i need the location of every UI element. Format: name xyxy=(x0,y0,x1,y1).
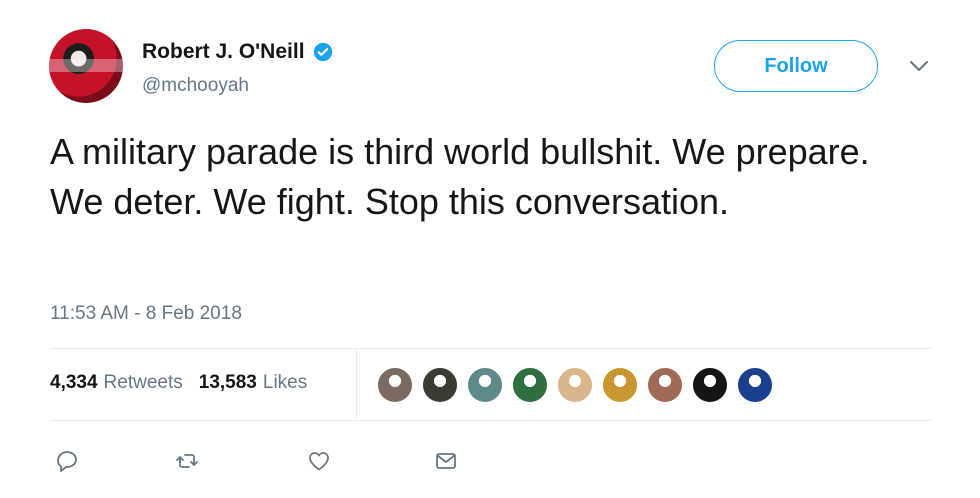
chevron-down-icon[interactable] xyxy=(908,58,930,74)
liker-avatar[interactable] xyxy=(466,366,504,404)
engagement-stats: 4,334 Retweets 13,583 Likes xyxy=(50,372,307,394)
stats-separator xyxy=(356,349,357,419)
liker-avatar[interactable] xyxy=(736,366,774,404)
author-name[interactable]: Robert J. O'Neill xyxy=(142,40,305,64)
verified-badge-icon xyxy=(313,42,332,62)
author-handle[interactable]: @mchooyah xyxy=(142,75,249,97)
retweet-icon xyxy=(176,454,198,468)
divider xyxy=(50,348,932,349)
retweets-label: Retweets xyxy=(103,372,183,393)
likes-count: 13,583 xyxy=(198,372,257,393)
author-avatar[interactable] xyxy=(49,29,123,103)
likes-label: Likes xyxy=(262,372,308,393)
liker-avatar[interactable] xyxy=(691,366,729,404)
message-icon xyxy=(436,453,456,469)
follow-button[interactable]: Follow xyxy=(714,40,878,92)
liker-avatar[interactable] xyxy=(601,366,639,404)
like-icon xyxy=(309,452,329,471)
liker-avatar[interactable] xyxy=(646,366,684,404)
liker-avatar[interactable] xyxy=(556,366,594,404)
like-button[interactable] xyxy=(305,447,333,475)
retweets-stat[interactable]: 4,334 Retweets xyxy=(50,372,183,394)
tweet-timestamp[interactable]: 11:53 AM - 8 Feb 2018 xyxy=(50,303,242,325)
likes-stat[interactable]: 13,583 Likes xyxy=(199,372,307,394)
divider xyxy=(50,420,932,421)
tweet-text: A military parade is third world bullshi… xyxy=(50,131,870,222)
message-button[interactable] xyxy=(432,447,460,475)
reply-button[interactable] xyxy=(53,447,81,475)
liker-avatar[interactable] xyxy=(421,366,459,404)
retweet-button[interactable] xyxy=(173,447,201,475)
retweets-count: 4,334 xyxy=(50,372,98,393)
tweet-actions xyxy=(0,447,980,477)
avatar-decoration xyxy=(49,58,123,72)
liker-avatar[interactable] xyxy=(511,366,549,404)
author-name-row[interactable]: Robert J. O'Neill xyxy=(142,40,333,64)
likers-avatars xyxy=(376,366,781,404)
reply-icon xyxy=(57,451,77,472)
liker-avatar[interactable] xyxy=(376,366,414,404)
